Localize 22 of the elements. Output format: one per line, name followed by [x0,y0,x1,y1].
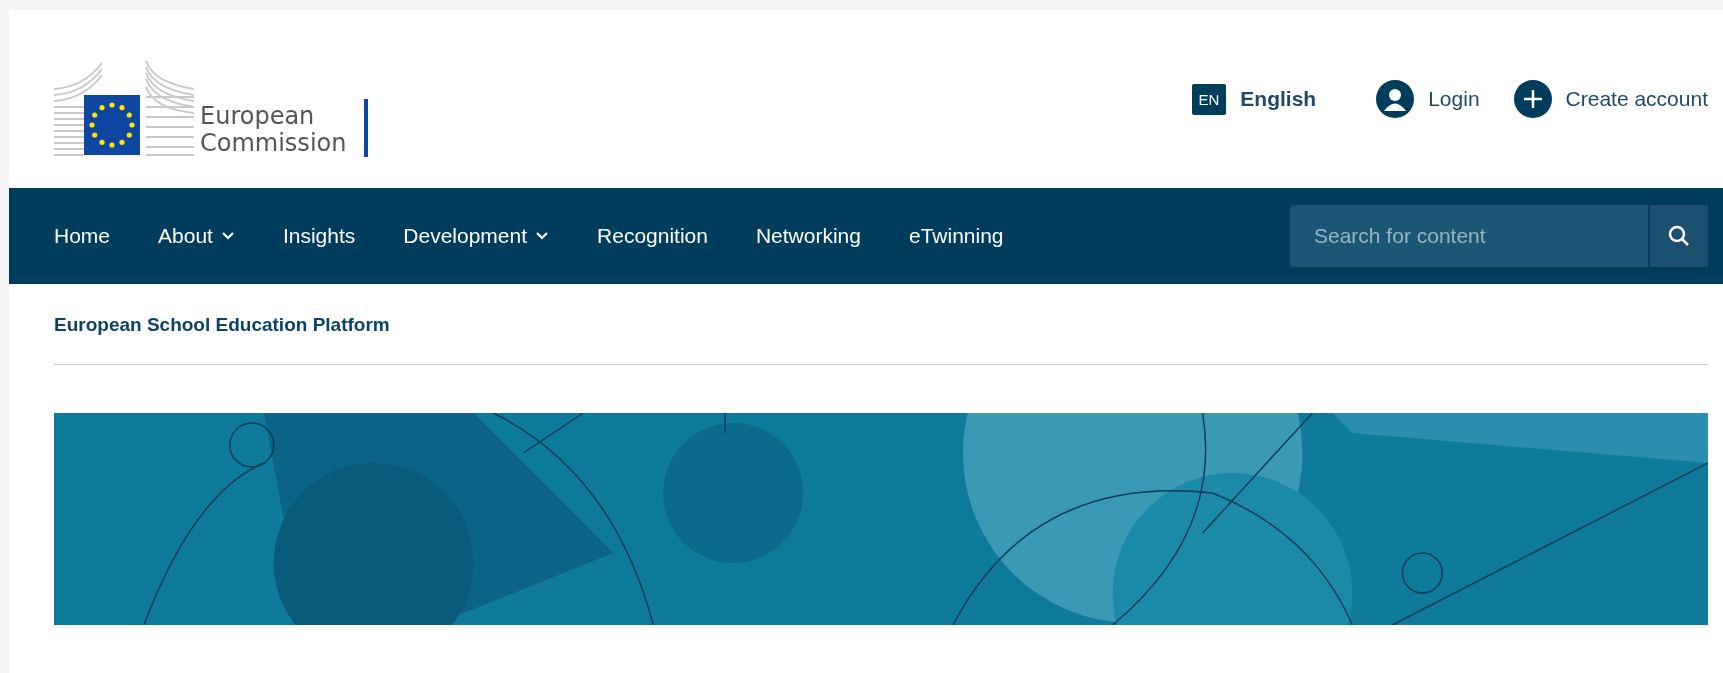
site-title: European School Education Platform [54,313,391,336]
nav-link[interactable]: Recognition [597,218,708,254]
plus-icon [1513,80,1552,118]
login-link[interactable]: Login [1376,80,1480,118]
logo-text-line: European [200,103,316,130]
chevron-down-icon [535,231,550,241]
language-selector[interactable]: EN English [1191,83,1317,115]
chevron-down-icon [220,231,235,241]
nav-link[interactable]: Insights [282,218,356,254]
search-button[interactable] [1650,205,1708,267]
search-field[interactable]: Search for content [1290,205,1648,267]
nav-link[interactable]: Home [54,218,111,254]
create-account-link[interactable]: Create account [1513,80,1708,118]
language-code-badge: EN [1191,83,1227,115]
european-commission-logo[interactable]: European Commission [54,53,369,157]
nav-dropdown[interactable]: Development [403,218,550,254]
nav-link[interactable]: eTwinning [909,218,1004,254]
nav-dropdown[interactable]: About [158,218,235,254]
nav-link[interactable]: Networking [755,218,861,254]
search-icon [1668,225,1690,247]
user-icon [1376,80,1415,118]
logo-text-line: Commission [200,130,347,157]
